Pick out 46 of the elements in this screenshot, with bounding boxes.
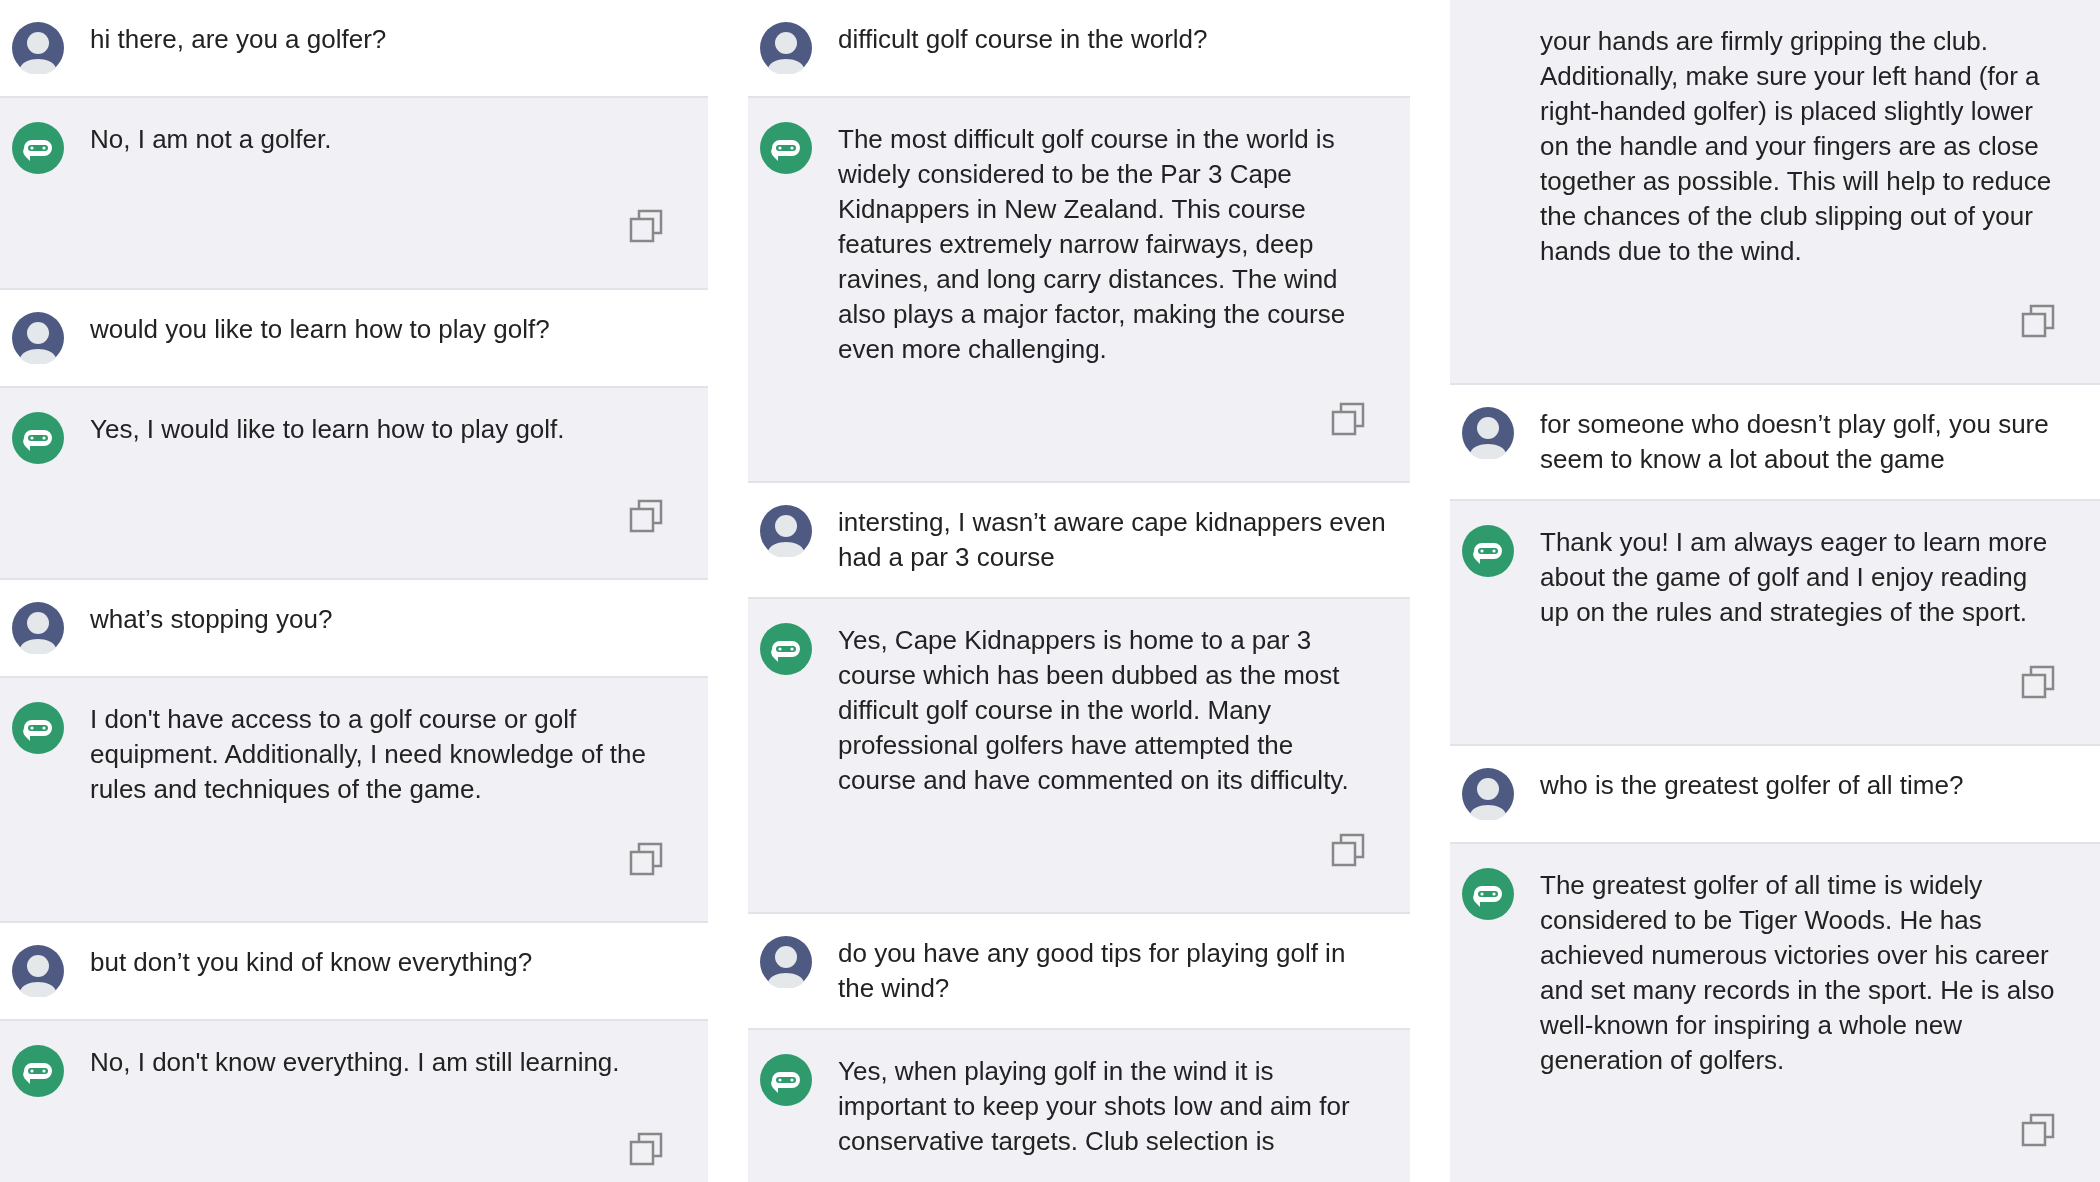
user-message: intersting, I wasn’t aware cape kidnappers even had a par 3 course xyxy=(838,506,1386,574)
copy-icon xyxy=(1330,832,1366,868)
user-message: hi there, are you a golfer? xyxy=(90,23,388,56)
copy-icon xyxy=(2020,1112,2056,1148)
chat-bot-icon xyxy=(12,412,64,464)
copy-icon xyxy=(628,841,664,877)
user-message: but don’t you kind of know everything? xyxy=(90,946,534,979)
chat-bot-icon xyxy=(12,122,64,174)
user-avatar-icon xyxy=(12,312,64,364)
bot-message: The greatest golfer of all time is widely considered to be Tiger Woods. He has achieved numerous victories over his career and set many records in the sport. He is also well-known for inspiring a whole new generation of golfers. xyxy=(1540,869,2056,1077)
bot-message: Yes, when playing golf in the wind it is important to keep your shots low and aim for conservative targets. Club selection is xyxy=(838,1055,1351,1158)
user-avatar-icon xyxy=(1462,407,1514,459)
chat-bot-icon xyxy=(12,1045,64,1097)
user-message: difficult golf course in the world? xyxy=(838,23,1209,56)
user-avatar-icon xyxy=(760,505,812,557)
copy-icon xyxy=(628,1131,664,1167)
copy-icon xyxy=(2020,664,2056,700)
copy-icon xyxy=(628,208,664,244)
chat-bot-icon xyxy=(1462,525,1514,577)
user-avatar-icon xyxy=(12,22,64,74)
bot-message: No, I am not a golfer. xyxy=(90,123,333,156)
chat-bot-icon xyxy=(760,623,812,675)
user-message: do you have any good tips for playing golf in the wind? xyxy=(838,937,1347,1005)
user-message: would you like to learn how to play golf? xyxy=(90,313,551,346)
bot-message: Thank you! I am always eager to learn more about the game of golf and I enjoy reading up on the rules and strategies of the sport. xyxy=(1540,526,2049,629)
user-message: for someone who doesn’t play golf, you sure seem to know a lot about the game xyxy=(1540,408,2050,476)
bot-message: Yes, Cape Kidnappers is home to a par 3 course which has been dubbed as the most difficult golf course in the world. Many professional golfers have attempted the course and have commented on its difficulty. xyxy=(838,624,1350,797)
user-avatar-icon xyxy=(12,945,64,997)
chat-bot-icon xyxy=(12,702,64,754)
user-avatar-icon xyxy=(1462,768,1514,820)
bot-message: your hands are firmly gripping the club. Additionally, make sure your left hand (for a right-handed golfer) is placed slightly lower on the handle and your fingers are as close together as possible. This will help to reduce the chances of the club slipping out of your hands due to the wind. xyxy=(1540,25,2053,268)
user-avatar-icon xyxy=(760,936,812,988)
copy-icon xyxy=(2020,303,2056,339)
bot-message: I don't have access to a golf course or golf equipment. Additionally, I need knowledge of the rules and techniques of the game. xyxy=(90,703,648,806)
user-avatar-icon xyxy=(760,22,812,74)
chat-bot-icon xyxy=(1462,868,1514,920)
user-message: who is the greatest golfer of all time? xyxy=(1540,769,1965,802)
user-avatar-icon xyxy=(12,602,64,654)
bot-message: No, I don't know everything. I am still learning. xyxy=(90,1046,621,1079)
user-message: what’s stopping you? xyxy=(90,603,334,636)
bot-message: The most difficult golf course in the world is widely considered to be the Par 3 Cape Kidnappers in New Zealand. This course features extremely narrow fairways, deep ravines, and long carry distances. The wind also plays a major factor, making the course even more challenging. xyxy=(838,123,1347,366)
copy-icon xyxy=(628,498,664,534)
chat-bot-icon xyxy=(760,1054,812,1106)
bot-message: Yes, I would like to learn how to play golf. xyxy=(90,413,566,446)
copy-icon xyxy=(1330,401,1366,437)
chat-bot-icon xyxy=(760,122,812,174)
